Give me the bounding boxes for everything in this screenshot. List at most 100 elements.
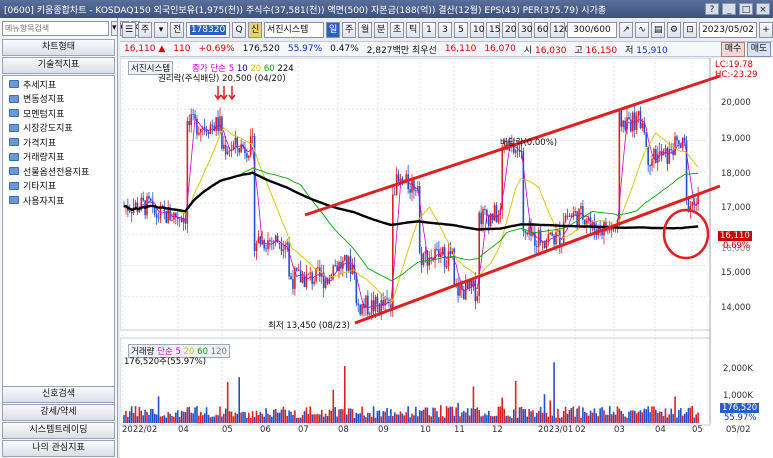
add-icon[interactable]: +	[759, 22, 773, 38]
minimize-button[interactable]: _	[722, 3, 736, 15]
tab-month[interactable]: 월	[358, 22, 372, 38]
signal-search-button[interactable]: 신호검색	[2, 386, 115, 403]
system-trading-button[interactable]: 시스템트레이딩	[2, 422, 115, 439]
close-button[interactable]: ×	[756, 3, 770, 15]
volume-bar	[175, 412, 177, 423]
tree-item-price[interactable]: 가격지표	[3, 135, 114, 150]
candle-body	[290, 276, 292, 280]
tree-item-volume[interactable]: 거래량지표	[3, 150, 114, 165]
volume-bar	[536, 412, 538, 423]
candle-body	[282, 249, 285, 252]
tree-item-momentum[interactable]: 모멘텀지표	[3, 106, 114, 121]
volume-bar	[635, 413, 638, 423]
chart-type-button[interactable]: 차트형태	[2, 39, 115, 56]
volume-bar	[486, 415, 488, 423]
lc-tag: LC:19.78	[715, 60, 753, 70]
low-price-note: 최저 13,450 (08/23)	[268, 321, 350, 331]
volume-bar	[501, 397, 504, 423]
folder-icon	[9, 196, 19, 205]
volume-bar	[349, 408, 352, 423]
tree-item-trend[interactable]: 추세지표	[3, 77, 114, 92]
date-input[interactable]: 2023/05/02	[699, 22, 757, 38]
volume-bar	[236, 413, 239, 423]
volume-bar	[541, 412, 544, 423]
x-axis-label: 04	[178, 425, 189, 435]
volume-bar	[286, 415, 288, 423]
line-chart-icon[interactable]: ↗	[619, 22, 633, 38]
interval-5[interactable]: 5	[454, 22, 468, 38]
menu-search-input[interactable]	[2, 20, 109, 36]
maximize-button[interactable]: □	[739, 3, 753, 15]
interval-3[interactable]: 3	[438, 22, 452, 38]
tree-item-volatility[interactable]: 변동성지표	[3, 92, 114, 107]
indicator-icon[interactable]: ∿	[635, 22, 649, 38]
volume-bar	[142, 415, 144, 423]
candle-body	[219, 116, 221, 131]
volume-bar	[443, 417, 446, 423]
buy-button[interactable]: 매수	[721, 42, 745, 57]
help-button[interactable]: ?	[705, 3, 719, 15]
volume-bar	[653, 406, 655, 423]
lock-icon[interactable]: ⊡	[683, 22, 697, 38]
stock-name-field[interactable]: 서진시스템	[264, 22, 324, 38]
volume-bar	[468, 415, 471, 423]
volume-bar	[447, 407, 450, 423]
interval-15[interactable]: 15	[486, 22, 500, 38]
interval-120[interactable]: 120	[550, 22, 570, 38]
volume-bar	[537, 410, 540, 423]
tree-item-other[interactable]: 기타지표	[3, 179, 114, 194]
stock-code-input[interactable]: 178320	[186, 22, 230, 38]
candle-body	[468, 280, 471, 289]
print-icon[interactable]: ▤	[651, 22, 665, 38]
period-select[interactable]: 주	[138, 22, 152, 38]
interval-1[interactable]: 1	[422, 22, 436, 38]
candle-body	[574, 211, 576, 213]
strength-weakness-button[interactable]: 강세/약세	[2, 404, 115, 421]
volume-bar	[463, 411, 465, 423]
x-axis-label: 12	[492, 425, 503, 435]
tech-indicator-button[interactable]: 기술적지표	[2, 57, 115, 74]
data-count-select[interactable]: 300/600	[567, 22, 617, 38]
volume-bar	[655, 409, 657, 423]
period-dropdown-icon[interactable]: ▾	[154, 22, 168, 38]
settings-icon[interactable]: ⚙	[667, 22, 681, 38]
price-info-bar: 16,110 ▲ 110 +0.69% 176,520 55.97% 0.47%…	[120, 41, 773, 57]
volume-bar	[336, 416, 338, 423]
volume-bar	[248, 412, 250, 423]
interval-60[interactable]: 60	[534, 22, 548, 38]
tab-minute[interactable]: 분	[374, 22, 388, 38]
interval-20[interactable]: 20	[502, 22, 516, 38]
all-market-button[interactable]: 전	[170, 22, 184, 38]
credit-badge[interactable]: 신	[248, 22, 262, 38]
tree-item-market-strength[interactable]: 시장강도지표	[3, 121, 114, 136]
tree-item-futures-options[interactable]: 선물옵션전용지표	[3, 164, 114, 179]
search-dropdown-icon[interactable]: ▾	[111, 20, 118, 36]
volume-bar	[441, 416, 444, 423]
folder-icon	[9, 123, 19, 132]
candle-body	[203, 127, 206, 130]
candle-body	[259, 236, 262, 245]
candle-body	[576, 211, 578, 227]
stock-search-icon[interactable]: Q	[232, 22, 246, 38]
interval-10[interactable]: 10	[470, 22, 484, 38]
volume-bar	[255, 410, 258, 423]
chart-canvas[interactable]	[120, 58, 773, 458]
volume-bar	[645, 409, 648, 423]
volume-bar	[134, 406, 137, 423]
candle-body	[409, 189, 411, 193]
tab-second[interactable]: 초	[390, 22, 404, 38]
candle-body	[397, 174, 400, 182]
tab-tick[interactable]: 틱	[406, 22, 420, 38]
my-indicators-button[interactable]: 나의 관심지표	[2, 440, 115, 457]
sell-button[interactable]: 매도	[747, 42, 771, 57]
candle-body	[649, 164, 651, 167]
stock-chart[interactable]: 서진시스템 종가 단순 5 10 20 60 224 권리락(주식배당) 20,…	[120, 58, 773, 458]
interval-30[interactable]: 30	[518, 22, 532, 38]
tab-week[interactable]: 주	[342, 22, 356, 38]
tree-item-user[interactable]: 사용자지표	[3, 193, 114, 208]
volume-bar	[532, 410, 534, 423]
candle-body	[223, 144, 225, 149]
tab-day[interactable]: 일	[326, 22, 340, 38]
menu-icon[interactable]: ☰	[122, 22, 136, 38]
volume-bar	[607, 414, 609, 423]
